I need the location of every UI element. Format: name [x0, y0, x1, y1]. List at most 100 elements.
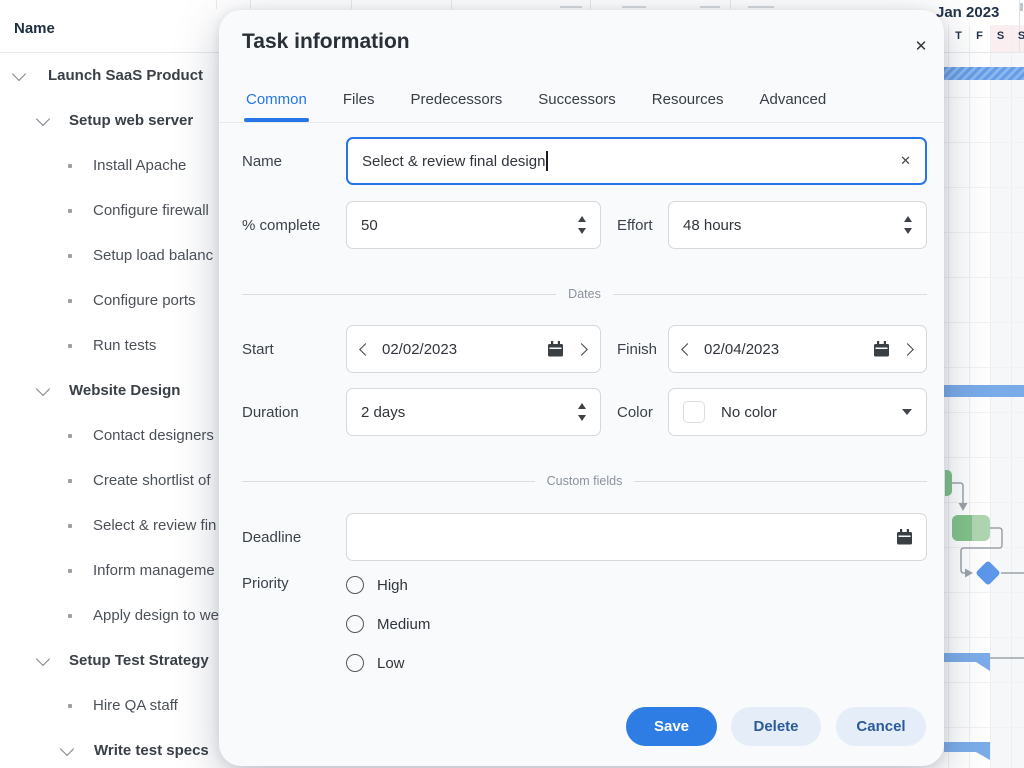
tab-successors[interactable]: Successors: [538, 90, 616, 110]
percent-field-label: % complete: [242, 201, 320, 249]
task-name: Run tests: [93, 323, 156, 368]
dialog-title: Task information: [242, 30, 410, 54]
spinner-arrows[interactable]: [904, 216, 912, 234]
task-name: Website Design: [69, 368, 180, 413]
leaf-bullet-icon: [68, 524, 72, 528]
effort-input[interactable]: 48 hours: [668, 201, 927, 249]
effort-field-label: Effort: [617, 201, 653, 249]
task-name: Select & review fin: [93, 503, 216, 548]
dependency-arrowhead: [959, 503, 968, 511]
grid-column-line: [351, 0, 352, 9]
radio-label: Medium: [377, 616, 430, 633]
gantt-parent-bar-write-specs[interactable]: [944, 742, 990, 760]
radio-icon[interactable]: [346, 615, 364, 633]
app-window: Name Launch SaaS ProductSetup web server…: [0, 0, 1024, 768]
task-name: Configure firewall: [93, 188, 209, 233]
radio-icon[interactable]: [346, 576, 364, 594]
close-icon[interactable]: ✕: [909, 34, 933, 58]
gantt-parent-bar-test-strategy[interactable]: [944, 653, 990, 671]
percent-input[interactable]: 50: [346, 201, 601, 249]
spin-down-icon[interactable]: [578, 415, 586, 421]
dates-section-label: Dates: [568, 287, 601, 301]
cancel-button[interactable]: Cancel: [836, 707, 926, 746]
dependency-arrowhead: [965, 569, 973, 578]
prev-date-icon[interactable]: [681, 343, 694, 356]
tab-common[interactable]: Common: [246, 90, 307, 110]
tab-predecessors[interactable]: Predecessors: [411, 90, 503, 110]
spin-up-icon[interactable]: [904, 216, 912, 222]
priority-option-low[interactable]: Low: [346, 654, 430, 672]
save-button[interactable]: Save: [626, 707, 717, 746]
name-field-label: Name: [242, 137, 282, 185]
color-field-label: Color: [617, 388, 653, 436]
gantt-timeline-strip: Jan 2023 TFSS: [930, 0, 1024, 768]
grid-column-line: [451, 0, 452, 9]
priority-option-medium[interactable]: Medium: [346, 615, 430, 633]
delete-button[interactable]: Delete: [731, 707, 821, 746]
grid-column-line: [250, 0, 251, 9]
task-name: Inform manageme: [93, 548, 215, 593]
task-name: Apply design to we: [93, 593, 219, 638]
name-column-header: Name: [14, 20, 55, 37]
leaf-bullet-icon: [68, 344, 72, 348]
duration-field-label: Duration: [242, 388, 299, 436]
leaf-bullet-icon: [68, 164, 72, 168]
expand-chevron-icon[interactable]: [36, 652, 50, 666]
calendar-icon[interactable]: [897, 529, 912, 545]
task-name: Write test specs: [94, 728, 209, 768]
spinner-arrows[interactable]: [578, 403, 586, 421]
clear-icon[interactable]: ✕: [900, 153, 911, 169]
grid-column-line: [730, 0, 731, 9]
tabbar-divider: [219, 122, 944, 123]
clipped-header-text: [700, 6, 720, 8]
priority-option-high[interactable]: High: [346, 576, 430, 594]
priority-field-label: Priority: [242, 559, 289, 607]
color-select[interactable]: No color: [668, 388, 927, 436]
next-date-icon[interactable]: [901, 343, 914, 356]
tab-advanced[interactable]: Advanced: [759, 90, 826, 110]
expand-chevron-icon[interactable]: [36, 112, 50, 126]
finish-date-input[interactable]: 02/04/2023: [668, 325, 927, 373]
spin-down-icon[interactable]: [578, 228, 586, 234]
calendar-icon[interactable]: [874, 341, 889, 357]
name-input[interactable]: Select & review final design ✕: [346, 137, 927, 185]
name-input-value: Select & review final design: [362, 153, 545, 170]
radio-icon[interactable]: [346, 654, 364, 672]
custom-section-divider: Custom fields: [242, 474, 927, 488]
leaf-bullet-icon: [68, 704, 72, 708]
effort-input-value: 48 hours: [683, 217, 741, 234]
leaf-bullet-icon: [68, 614, 72, 618]
leaf-bullet-icon: [68, 254, 72, 258]
leaf-bullet-icon: [68, 434, 72, 438]
dropdown-caret-icon[interactable]: [902, 409, 912, 415]
text-cursor: [546, 151, 548, 171]
tab-files[interactable]: Files: [343, 90, 375, 110]
task-info-dialog: Task information ✕ Common Files Predecesso…: [219, 10, 944, 766]
spin-up-icon[interactable]: [578, 216, 586, 222]
clipped-header-text: [748, 6, 774, 8]
tab-resources[interactable]: Resources: [652, 90, 724, 110]
start-date-input[interactable]: 02/02/2023: [346, 325, 601, 373]
task-name: Launch SaaS Product: [48, 53, 203, 98]
spin-down-icon[interactable]: [904, 228, 912, 234]
next-date-icon[interactable]: [575, 343, 588, 356]
prev-date-icon[interactable]: [359, 343, 372, 356]
duration-input-value: 2 days: [361, 404, 405, 421]
expand-chevron-icon[interactable]: [60, 742, 74, 756]
radio-label: Low: [377, 655, 405, 672]
grid-column-line: [216, 0, 217, 9]
spin-up-icon[interactable]: [578, 403, 586, 409]
expand-chevron-icon[interactable]: [36, 382, 50, 396]
calendar-icon[interactable]: [548, 341, 563, 357]
grid-column-line: [590, 0, 591, 9]
task-name: Configure ports: [93, 278, 196, 323]
deadline-date-input[interactable]: [346, 513, 927, 561]
finish-date-value: 02/04/2023: [704, 341, 779, 358]
duration-input[interactable]: 2 days: [346, 388, 601, 436]
clipped-header-text: [622, 6, 646, 8]
expand-chevron-icon[interactable]: [12, 67, 26, 81]
color-swatch: [683, 401, 705, 423]
task-name: Setup load balanc: [93, 233, 213, 278]
dates-section-divider: Dates: [242, 287, 927, 301]
spinner-arrows[interactable]: [578, 216, 586, 234]
